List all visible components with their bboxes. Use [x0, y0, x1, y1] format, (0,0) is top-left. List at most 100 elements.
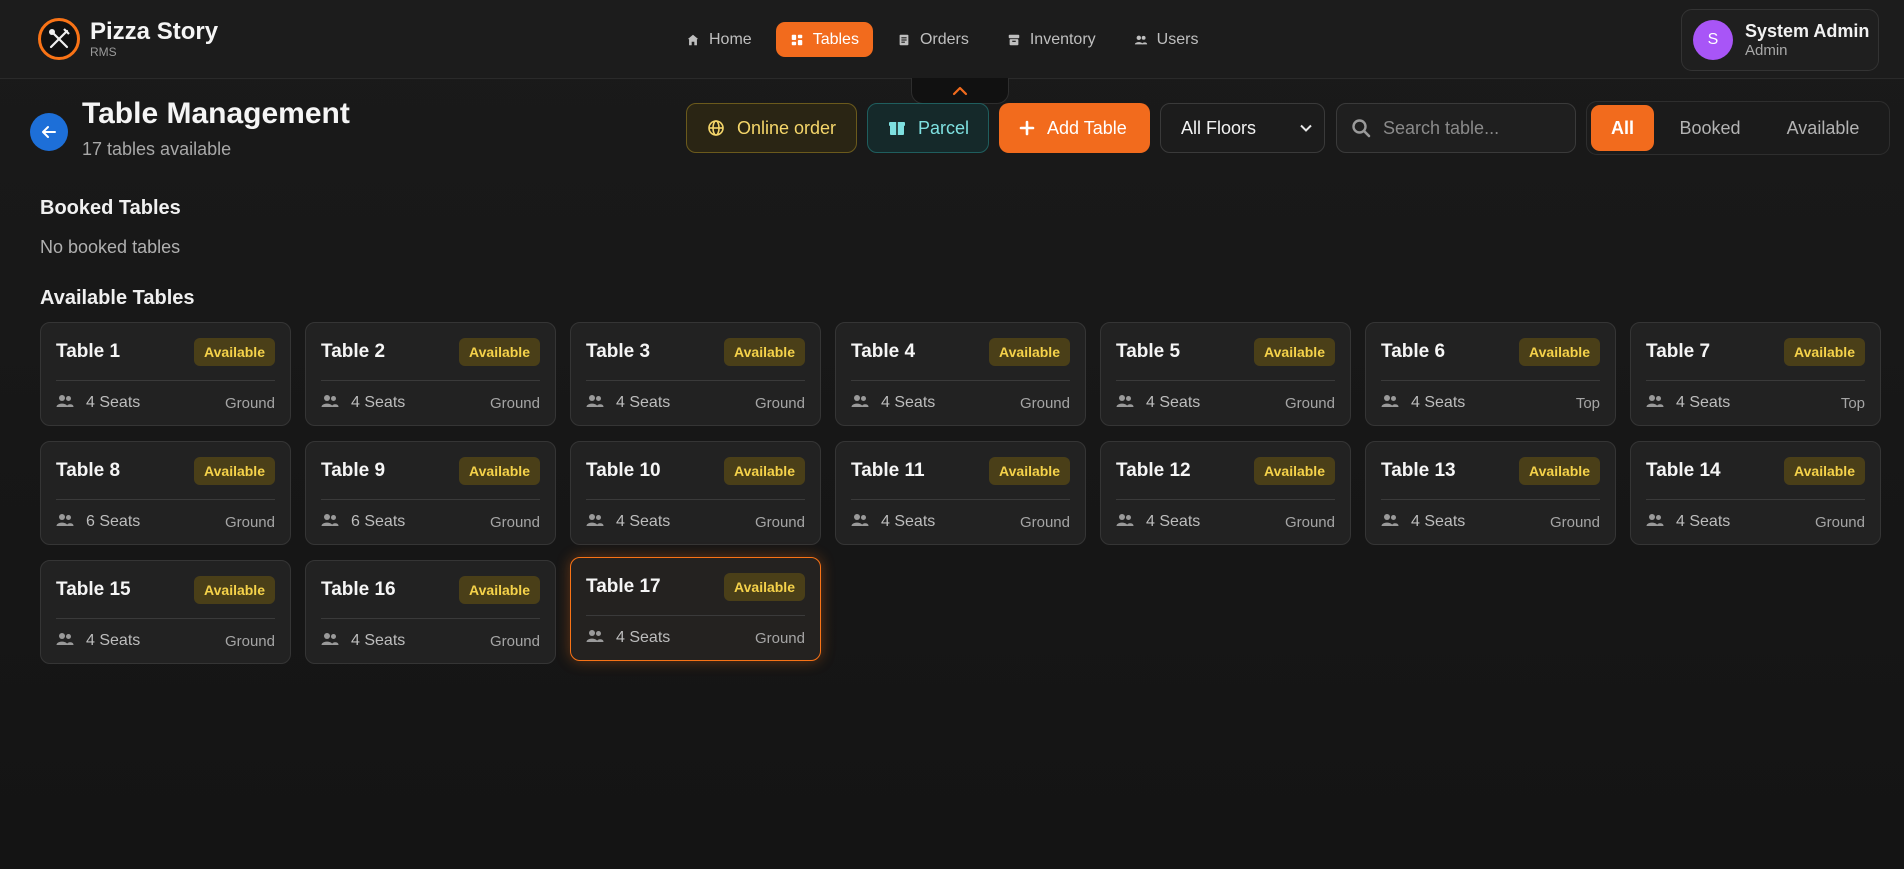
filter-all-tab[interactable]: All: [1591, 105, 1654, 151]
users-icon: [851, 512, 869, 533]
table-card[interactable]: Table 4 Available 4 Seats Ground: [835, 322, 1086, 426]
nav-users[interactable]: Users: [1120, 22, 1213, 57]
collapse-header-button[interactable]: [911, 78, 1009, 104]
table-name: Table 5: [1116, 340, 1181, 362]
nav-home-label: Home: [709, 30, 752, 48]
table-floor: Ground: [224, 632, 275, 650]
table-floor: Ground: [224, 513, 275, 531]
parcel-button[interactable]: Parcel: [867, 103, 989, 153]
users-icon: [1134, 35, 1147, 44]
table-card[interactable]: Table 3 Available 4 Seats Ground: [570, 322, 821, 426]
table-floor: Ground: [754, 513, 805, 531]
users-icon: [321, 393, 339, 414]
table-floor: Ground: [489, 513, 540, 531]
back-button[interactable]: [30, 113, 68, 151]
nav-orders-label: Orders: [919, 30, 969, 48]
table-seats: 4 Seats: [86, 394, 141, 411]
table-seats: 6 Seats: [351, 513, 406, 530]
table-floor: Ground: [754, 394, 805, 412]
nav-home[interactable]: Home: [672, 22, 766, 57]
parcel-label: Parcel: [918, 117, 970, 138]
floor-select[interactable]: All Floors: [1160, 103, 1325, 153]
table-seats: 4 Seats: [86, 632, 141, 649]
chevron-down-icon: [1300, 124, 1312, 132]
booked-section-title: Booked Tables: [40, 197, 181, 219]
table-name: Table 12: [1116, 459, 1191, 481]
status-badge: Available: [459, 456, 540, 485]
table-card[interactable]: Table 5 Available 4 Seats Ground: [1100, 322, 1351, 426]
globe-icon: [708, 120, 724, 136]
table-name: Table 8: [56, 459, 121, 481]
users-icon: [1646, 393, 1664, 414]
table-seats: 4 Seats: [1146, 394, 1201, 411]
filter-booked-tab[interactable]: Booked: [1654, 105, 1766, 151]
status-badge: Available: [459, 337, 540, 366]
table-card[interactable]: Table 2 Available 4 Seats Ground: [305, 322, 556, 426]
table-card[interactable]: Table 11 Available 4 Seats Ground: [835, 441, 1086, 545]
nav-orders[interactable]: Orders: [883, 22, 983, 57]
status-badge: Available: [194, 337, 275, 366]
table-seats: 4 Seats: [616, 394, 671, 411]
table-name: Table 13: [1381, 459, 1456, 481]
table-name: Table 15: [56, 578, 131, 600]
search-input[interactable]: Search table...: [1336, 103, 1576, 153]
archive-icon: [1008, 34, 1020, 45]
table-card[interactable]: Table 7 Available 4 Seats Top: [1630, 322, 1881, 426]
nav-tables[interactable]: Tables: [775, 22, 873, 57]
users-icon: [56, 512, 74, 533]
search-placeholder: Search table...: [1383, 117, 1500, 138]
users-icon: [586, 512, 604, 533]
table-floor: Ground: [1814, 513, 1865, 531]
main-nav: Home Tables Orders Inventory Users: [672, 22, 1212, 57]
table-card[interactable]: Table 6 Available 4 Seats Top: [1365, 322, 1616, 426]
status-badge: Available: [459, 575, 540, 604]
table-card[interactable]: Table 10 Available 4 Seats Ground: [570, 441, 821, 545]
user-name: System Admin: [1745, 20, 1870, 41]
users-icon: [321, 512, 339, 533]
brand[interactable]: Pizza Story RMS: [38, 18, 218, 60]
users-icon: [56, 393, 74, 414]
nav-users-label: Users: [1156, 30, 1199, 48]
table-floor: Ground: [224, 394, 275, 412]
users-icon: [56, 631, 74, 652]
users-icon: [1116, 512, 1134, 533]
online-order-button[interactable]: Online order: [686, 103, 857, 153]
filter-available-tab[interactable]: Available: [1766, 105, 1880, 151]
receipt-icon: [899, 34, 909, 45]
status-badge: Available: [724, 572, 805, 601]
status-badge: Available: [989, 337, 1070, 366]
table-name: Table 1: [56, 340, 121, 362]
floor-select-value: All Floors: [1181, 117, 1257, 138]
table-seats: 4 Seats: [616, 629, 671, 646]
table-name: Table 16: [321, 578, 396, 600]
online-order-label: Online order: [737, 117, 837, 138]
status-badge: Available: [724, 337, 805, 366]
table-floor: Ground: [489, 632, 540, 650]
users-icon: [1646, 512, 1664, 533]
table-seats: 4 Seats: [616, 513, 671, 530]
table-seats: 4 Seats: [881, 394, 936, 411]
home-icon: [687, 34, 699, 45]
table-floor: Top: [1575, 394, 1600, 412]
table-card[interactable]: Table 16 Available 4 Seats Ground: [305, 560, 556, 664]
user-menu[interactable]: S System Admin Admin: [1681, 9, 1879, 71]
table-name: Table 11: [851, 459, 925, 481]
available-section-title: Available Tables: [40, 287, 195, 309]
table-card[interactable]: Table 8 Available 6 Seats Ground: [40, 441, 291, 545]
table-card[interactable]: Table 1 Available 4 Seats Ground: [40, 322, 291, 426]
table-floor: Ground: [1019, 513, 1070, 531]
chevron-up-icon: [952, 86, 968, 95]
table-card[interactable]: Table 14 Available 4 Seats Ground: [1630, 441, 1881, 545]
arrow-left-icon: [42, 126, 56, 138]
users-icon: [1116, 393, 1134, 414]
table-card[interactable]: Table 9 Available 6 Seats Ground: [305, 441, 556, 545]
users-icon: [851, 393, 869, 414]
add-table-button[interactable]: Add Table: [999, 103, 1150, 153]
table-card[interactable]: Table 17 Available 4 Seats Ground: [570, 557, 821, 661]
table-card[interactable]: Table 15 Available 4 Seats Ground: [40, 560, 291, 664]
table-seats: 4 Seats: [1676, 513, 1731, 530]
table-card[interactable]: Table 13 Available 4 Seats Ground: [1365, 441, 1616, 545]
table-card[interactable]: Table 12 Available 4 Seats Ground: [1100, 441, 1351, 545]
nav-inventory[interactable]: Inventory: [993, 22, 1110, 57]
table-floor: Ground: [489, 394, 540, 412]
